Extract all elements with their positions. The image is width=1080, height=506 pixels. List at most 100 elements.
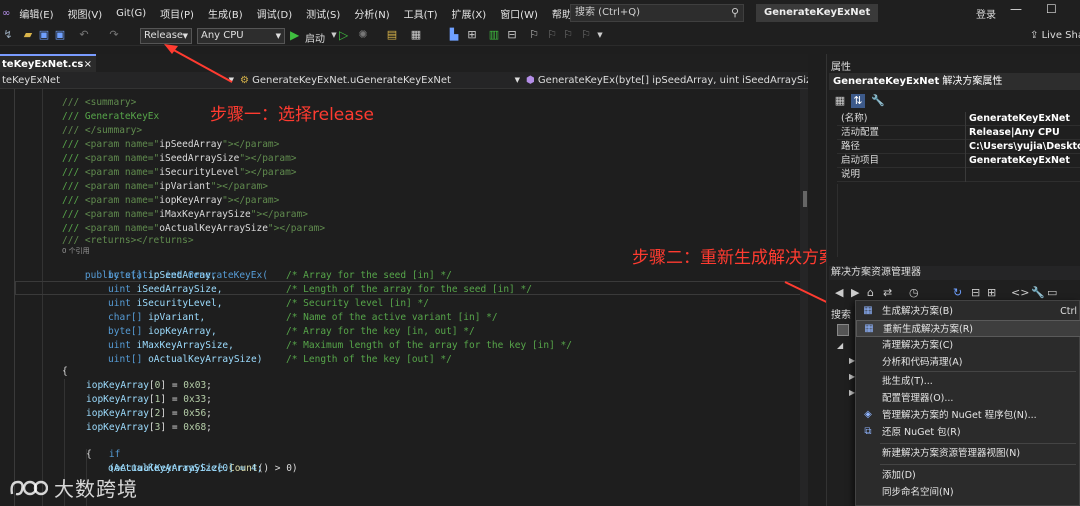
open-icon[interactable]: ▰ — [22, 29, 34, 41]
solution-explorer-search[interactable]: 搜索 — [831, 306, 851, 321]
platform-dropdown[interactable]: Any CPU ▼ — [197, 28, 285, 44]
categorized-icon[interactable]: ▦ — [833, 94, 847, 108]
solution-root-icon[interactable] — [837, 324, 849, 336]
toolbar-icon-d[interactable]: ⊞ — [466, 29, 478, 41]
new-item-icon[interactable]: ↯ — [2, 29, 14, 41]
context-menu-item[interactable]: ◈ 管理解决方案的 NuGet 程序包(N)... — [856, 407, 1080, 424]
context-menu-item[interactable]: 添加(D) — [856, 467, 1080, 484]
search-placeholder: 搜索 (Ctrl+Q) — [575, 7, 641, 18]
argument-comment: /* Array for the seed [in] */ — [286, 270, 452, 281]
forward-icon[interactable]: ▶ — [851, 286, 859, 299]
menu-logo-icon[interactable]: ∞ — [0, 8, 12, 19]
toolbar-icon-f[interactable]: ⊟ — [506, 29, 518, 41]
preview-icon[interactable]: ▭ — [1047, 286, 1057, 299]
menu-separator — [880, 464, 1076, 465]
context-menu-item[interactable]: 同步命名空间(N) — [856, 484, 1080, 501]
properties-icon[interactable]: 🔧 — [1031, 286, 1045, 299]
code-icon[interactable]: <> — [1011, 286, 1029, 299]
menu-extensions[interactable]: 扩展(X) — [445, 6, 494, 21]
context-menu-item[interactable]: 清理解决方案(C) — [856, 337, 1080, 354]
property-row[interactable]: 路径 C:\Users\yujia\Desktop\ — [837, 140, 1080, 154]
context-menu-item[interactable]: ▦ 生成解决方案(B) Ctrl — [856, 303, 1080, 320]
nav-class-label: GenerateKeyExNet.uGenerateKeyExNet — [252, 75, 451, 86]
method-argument-line: uint iSeedArraySize, — [108, 284, 223, 295]
save-all-icon[interactable]: ▣ — [54, 29, 66, 41]
open-brace: { — [62, 366, 68, 377]
indent-guide — [42, 89, 43, 506]
redo-icon[interactable]: ↷ — [108, 29, 120, 41]
property-pages-icon[interactable]: 🔧 — [871, 94, 885, 108]
context-menu-item[interactable]: 新建解决方案资源管理器视图(N) — [856, 445, 1080, 462]
configuration-dropdown[interactable]: Release ▼ — [140, 28, 192, 44]
property-row[interactable]: 活动配置 Release|Any CPU — [837, 126, 1080, 140]
maximize-icon[interactable]: ☐ — [1046, 2, 1057, 16]
argument-comment: /* Maximum length of the array for the k… — [286, 340, 572, 351]
context-menu-item[interactable]: 批生成(T)... — [856, 373, 1080, 390]
start-without-debug-icon[interactable]: ▷ — [339, 28, 348, 42]
menu-separator — [880, 371, 1076, 372]
customize-icon[interactable]: ▼ — [594, 29, 606, 41]
menu-analyze[interactable]: 分析(N) — [347, 6, 396, 21]
bookmark-prev-icon[interactable]: ⚐ — [546, 29, 558, 41]
refresh-icon[interactable]: ↻ — [953, 286, 962, 299]
hot-reload-icon[interactable]: ✺ — [357, 29, 369, 41]
scrollbar-thumb[interactable] — [803, 191, 807, 207]
menu-git[interactable]: Git(G) — [109, 8, 153, 19]
chevron-down-icon: ▼ — [182, 32, 188, 40]
undo-icon[interactable]: ↶ — [78, 29, 90, 41]
menu-debug[interactable]: 调试(D) — [250, 6, 300, 21]
properties-object-selector[interactable]: GenerateKeyExNet 解决方案属性 — [829, 73, 1080, 90]
start-debug-icon[interactable]: ▶ — [290, 28, 299, 42]
menu-tools[interactable]: 工具(T) — [397, 6, 445, 21]
menu-test[interactable]: 测试(S) — [299, 6, 347, 21]
editor-scrollbar[interactable] — [800, 89, 808, 506]
menu-window[interactable]: 窗口(W) — [493, 6, 545, 21]
live-share-icon: ⇪ — [1030, 30, 1039, 41]
property-row[interactable]: 启动项目 GenerateKeyExNet — [837, 154, 1080, 168]
switch-views-icon[interactable]: ⇄ — [883, 286, 892, 299]
login-link[interactable]: 登录 — [976, 6, 996, 21]
tab-label: teKeyExNet.cs — [2, 59, 84, 70]
toolbar-icon-e[interactable]: ▥ — [488, 29, 500, 41]
alphabetical-icon[interactable]: ⇅ — [851, 94, 865, 108]
menu-view[interactable]: 视图(V) — [60, 6, 109, 21]
home-icon[interactable]: ⌂ — [867, 286, 874, 299]
bookmark-icon[interactable]: ⚐ — [528, 29, 540, 41]
context-menu-item[interactable]: 配置管理器(O)... — [856, 390, 1080, 407]
class-icon: ⚙ — [240, 75, 249, 86]
property-row[interactable]: (名称) GenerateKeyExNet — [837, 112, 1080, 126]
context-menu-item[interactable]: ▦ 重新生成解决方案(R) — [856, 320, 1080, 337]
toolbar-icon-b[interactable]: ▦ — [410, 29, 422, 41]
menu-project[interactable]: 项目(P) — [153, 6, 201, 21]
search-icon: ⚲ — [730, 6, 739, 19]
nav-member-dropdown[interactable]: ⬢ GenerateKeyEx(byte[] ipSeedArray, uint… — [526, 72, 808, 89]
menu-edit[interactable]: 编辑(E) — [12, 6, 60, 21]
history-icon[interactable]: ◷ — [909, 286, 919, 299]
bookmark-next-icon[interactable]: ⚐ — [562, 29, 574, 41]
nav-project-dropdown[interactable]: teKeyExNet ▼ — [2, 72, 236, 89]
nav-class-dropdown[interactable]: ⚙ GenerateKeyExNet.uGenerateKeyExNet ▼ — [240, 72, 522, 89]
tab-generatekeyexnet-cs[interactable]: teKeyExNet.cs × — [0, 54, 96, 72]
live-share-button[interactable]: ⇪ Live Sha — [1030, 30, 1080, 41]
chevron-down-icon: ▼ — [275, 32, 281, 40]
start-label[interactable]: 启动 — [305, 30, 325, 45]
collapse-all-icon[interactable]: ⊟ — [971, 286, 980, 299]
context-menu-item[interactable]: ⧉ 还原 NuGet 包(R) — [856, 424, 1080, 441]
method-argument-line: uint[] oActualKeyArraySize) — [108, 354, 263, 365]
expand-arrow-icon[interactable]: ◢ — [837, 341, 843, 350]
context-menu-label: 新建解决方案资源管理器视图(N) — [882, 448, 1021, 459]
save-icon[interactable]: ▣ — [38, 29, 50, 41]
back-icon[interactable]: ◀ — [835, 286, 843, 299]
context-menu-shortcut: Ctrl — [1060, 306, 1077, 317]
show-all-files-icon[interactable]: ⊞ — [987, 286, 996, 299]
toolbar-icon-a[interactable]: ▤ — [386, 29, 398, 41]
argument-comment: /* Security level [in] */ — [286, 298, 429, 309]
property-row[interactable]: 说明 — [837, 168, 1080, 182]
context-menu-item[interactable]: 分析和代码清理(A) — [856, 354, 1080, 371]
minimize-icon[interactable]: — — [1010, 2, 1022, 16]
code-editor[interactable]: /// <summary> /// GenerateKeyEx /// </su… — [0, 89, 808, 506]
search-input[interactable]: 搜索 (Ctrl+Q) ⚲ — [570, 4, 744, 22]
toolbar-icon-c[interactable]: ▙ — [448, 29, 460, 41]
menu-build[interactable]: 生成(B) — [201, 6, 250, 21]
bookmark-clear-icon[interactable]: ⚐ — [580, 29, 592, 41]
